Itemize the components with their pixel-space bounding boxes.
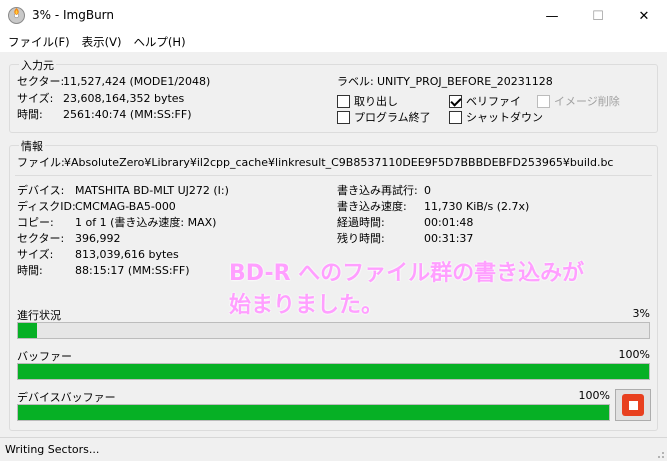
- shutdown-checkbox-label: シャットダウン: [466, 111, 543, 124]
- overlay-caption-line1: BD-R へのファイル群の書き込みが: [229, 261, 585, 286]
- info-group-legend: 情報: [19, 138, 45, 154]
- device-buffer-label: デバイスバッファー: [17, 391, 116, 404]
- delete-image-checkbox-label: イメージ削除: [554, 95, 620, 108]
- source-time-value: 2561:40:74 (MM:SS:FF): [63, 108, 192, 121]
- info-size-label: サイズ:: [17, 248, 54, 261]
- write-speed-value: 11,730 KiB/s (2.7x): [424, 200, 530, 213]
- buffer-bar: [17, 363, 650, 380]
- stop-icon: [622, 394, 644, 416]
- source-time-label: 時間:: [17, 108, 43, 121]
- source-row-time: 時間:: [17, 108, 43, 122]
- close-icon: ✕: [638, 8, 650, 24]
- disc-id-label: ディスクID:: [17, 200, 76, 213]
- eject-checkbox-label: 取り出し: [354, 95, 398, 108]
- menu-help[interactable]: ヘルプ(H): [127, 32, 191, 52]
- close-program-checkbox[interactable]: プログラム終了: [337, 109, 431, 125]
- progress-bar: [17, 322, 650, 339]
- elapsed-time-value: 00:01:48: [424, 216, 474, 229]
- source-group-legend: 入力元: [19, 57, 56, 73]
- progress-bar-fill: [18, 323, 37, 338]
- file-path-value: ¥AbsoluteZero¥Library¥il2cpp_cache¥linkr…: [64, 156, 614, 169]
- buffer-bar-fill: [18, 364, 649, 379]
- source-sectors-label: セクター:: [17, 75, 65, 88]
- imgburn-flame-icon: [8, 7, 25, 24]
- close-program-checkbox-label: プログラム終了: [354, 111, 431, 124]
- status-bar: Writing Sectors...: [0, 437, 667, 461]
- source-size-value: 23,608,164,352 bytes: [63, 92, 185, 105]
- info-time-label: 時間:: [17, 264, 43, 277]
- buffer-percent: 100%: [618, 348, 650, 361]
- maximize-button[interactable]: ☐: [575, 0, 621, 32]
- copy-label: コピー:: [17, 216, 54, 229]
- info-time-value: 88:15:17 (MM:SS:FF): [75, 264, 190, 277]
- write-retries-value: 0: [424, 184, 431, 197]
- verify-checkbox[interactable]: ベリファイ: [449, 93, 521, 109]
- window-title: 3% - ImgBurn: [32, 8, 115, 22]
- info-divider: [15, 175, 652, 176]
- progress-percent: 3%: [632, 307, 650, 320]
- info-sectors-label: セクター:: [17, 232, 65, 245]
- title-bar: 3% - ImgBurn — ☐ ✕: [0, 0, 667, 32]
- volume-label-value: UNITY_PROJ_BEFORE_20231128: [377, 75, 553, 88]
- device-buffer-percent: 100%: [578, 389, 610, 402]
- device-buffer-bar-fill: [18, 405, 609, 420]
- status-text: Writing Sectors...: [5, 443, 100, 456]
- device-label: デバイス:: [17, 184, 65, 197]
- maximize-icon: ☐: [592, 8, 604, 24]
- copy-value: 1 of 1 (書き込み速度: MAX): [75, 216, 217, 229]
- elapsed-time-label: 経過時間:: [337, 216, 385, 229]
- overlay-caption-line2: 始まりました。: [229, 293, 384, 318]
- minimize-icon: —: [545, 8, 559, 24]
- resize-grip-icon[interactable]: [655, 449, 665, 459]
- source-row-sectors: セクター:: [17, 75, 64, 89]
- device-buffer-bar: [17, 404, 610, 421]
- shutdown-checkbox-box[interactable]: [449, 110, 462, 124]
- close-program-checkbox-box[interactable]: [337, 110, 350, 124]
- volume-label-key: ラベル:: [337, 75, 374, 88]
- write-speed-label: 書き込み速度:: [337, 200, 407, 213]
- source-sectors-value: 11,527,424 (MODE1/2048): [63, 75, 211, 88]
- buffer-label: バッファー: [17, 350, 72, 363]
- close-button[interactable]: ✕: [621, 0, 667, 32]
- source-size-label: サイズ:: [17, 92, 54, 105]
- info-size-value: 813,039,616 bytes: [75, 248, 179, 261]
- file-label: ファイル:: [17, 156, 65, 169]
- delete-image-checkbox: イメージ削除: [537, 93, 620, 109]
- menu-bar: ファイル(F) 表示(V) ヘルプ(H): [0, 32, 667, 52]
- delete-image-checkbox-box: [537, 94, 550, 108]
- menu-file[interactable]: ファイル(F): [2, 32, 76, 52]
- stop-button[interactable]: [615, 389, 651, 421]
- remaining-time-label: 残り時間:: [337, 232, 385, 245]
- info-sectors-value: 396,992: [75, 232, 121, 245]
- eject-checkbox[interactable]: 取り出し: [337, 93, 398, 109]
- disc-id-value: CMCMAG-BA5-000: [75, 200, 176, 213]
- source-row-size: サイズ:: [17, 92, 53, 106]
- verify-checkbox-label: ベリファイ: [466, 95, 521, 108]
- remaining-time-value: 00:31:37: [424, 232, 474, 245]
- verify-checkbox-box[interactable]: [449, 94, 462, 108]
- minimize-button[interactable]: —: [529, 0, 575, 32]
- shutdown-checkbox[interactable]: シャットダウン: [449, 109, 543, 125]
- write-retries-label: 書き込み再試行:: [337, 184, 418, 197]
- eject-checkbox-box[interactable]: [337, 94, 350, 108]
- device-value: MATSHITA BD-MLT UJ272 (I:): [75, 184, 229, 197]
- progress-label: 進行状況: [17, 309, 61, 322]
- menu-view[interactable]: 表示(V): [76, 32, 128, 52]
